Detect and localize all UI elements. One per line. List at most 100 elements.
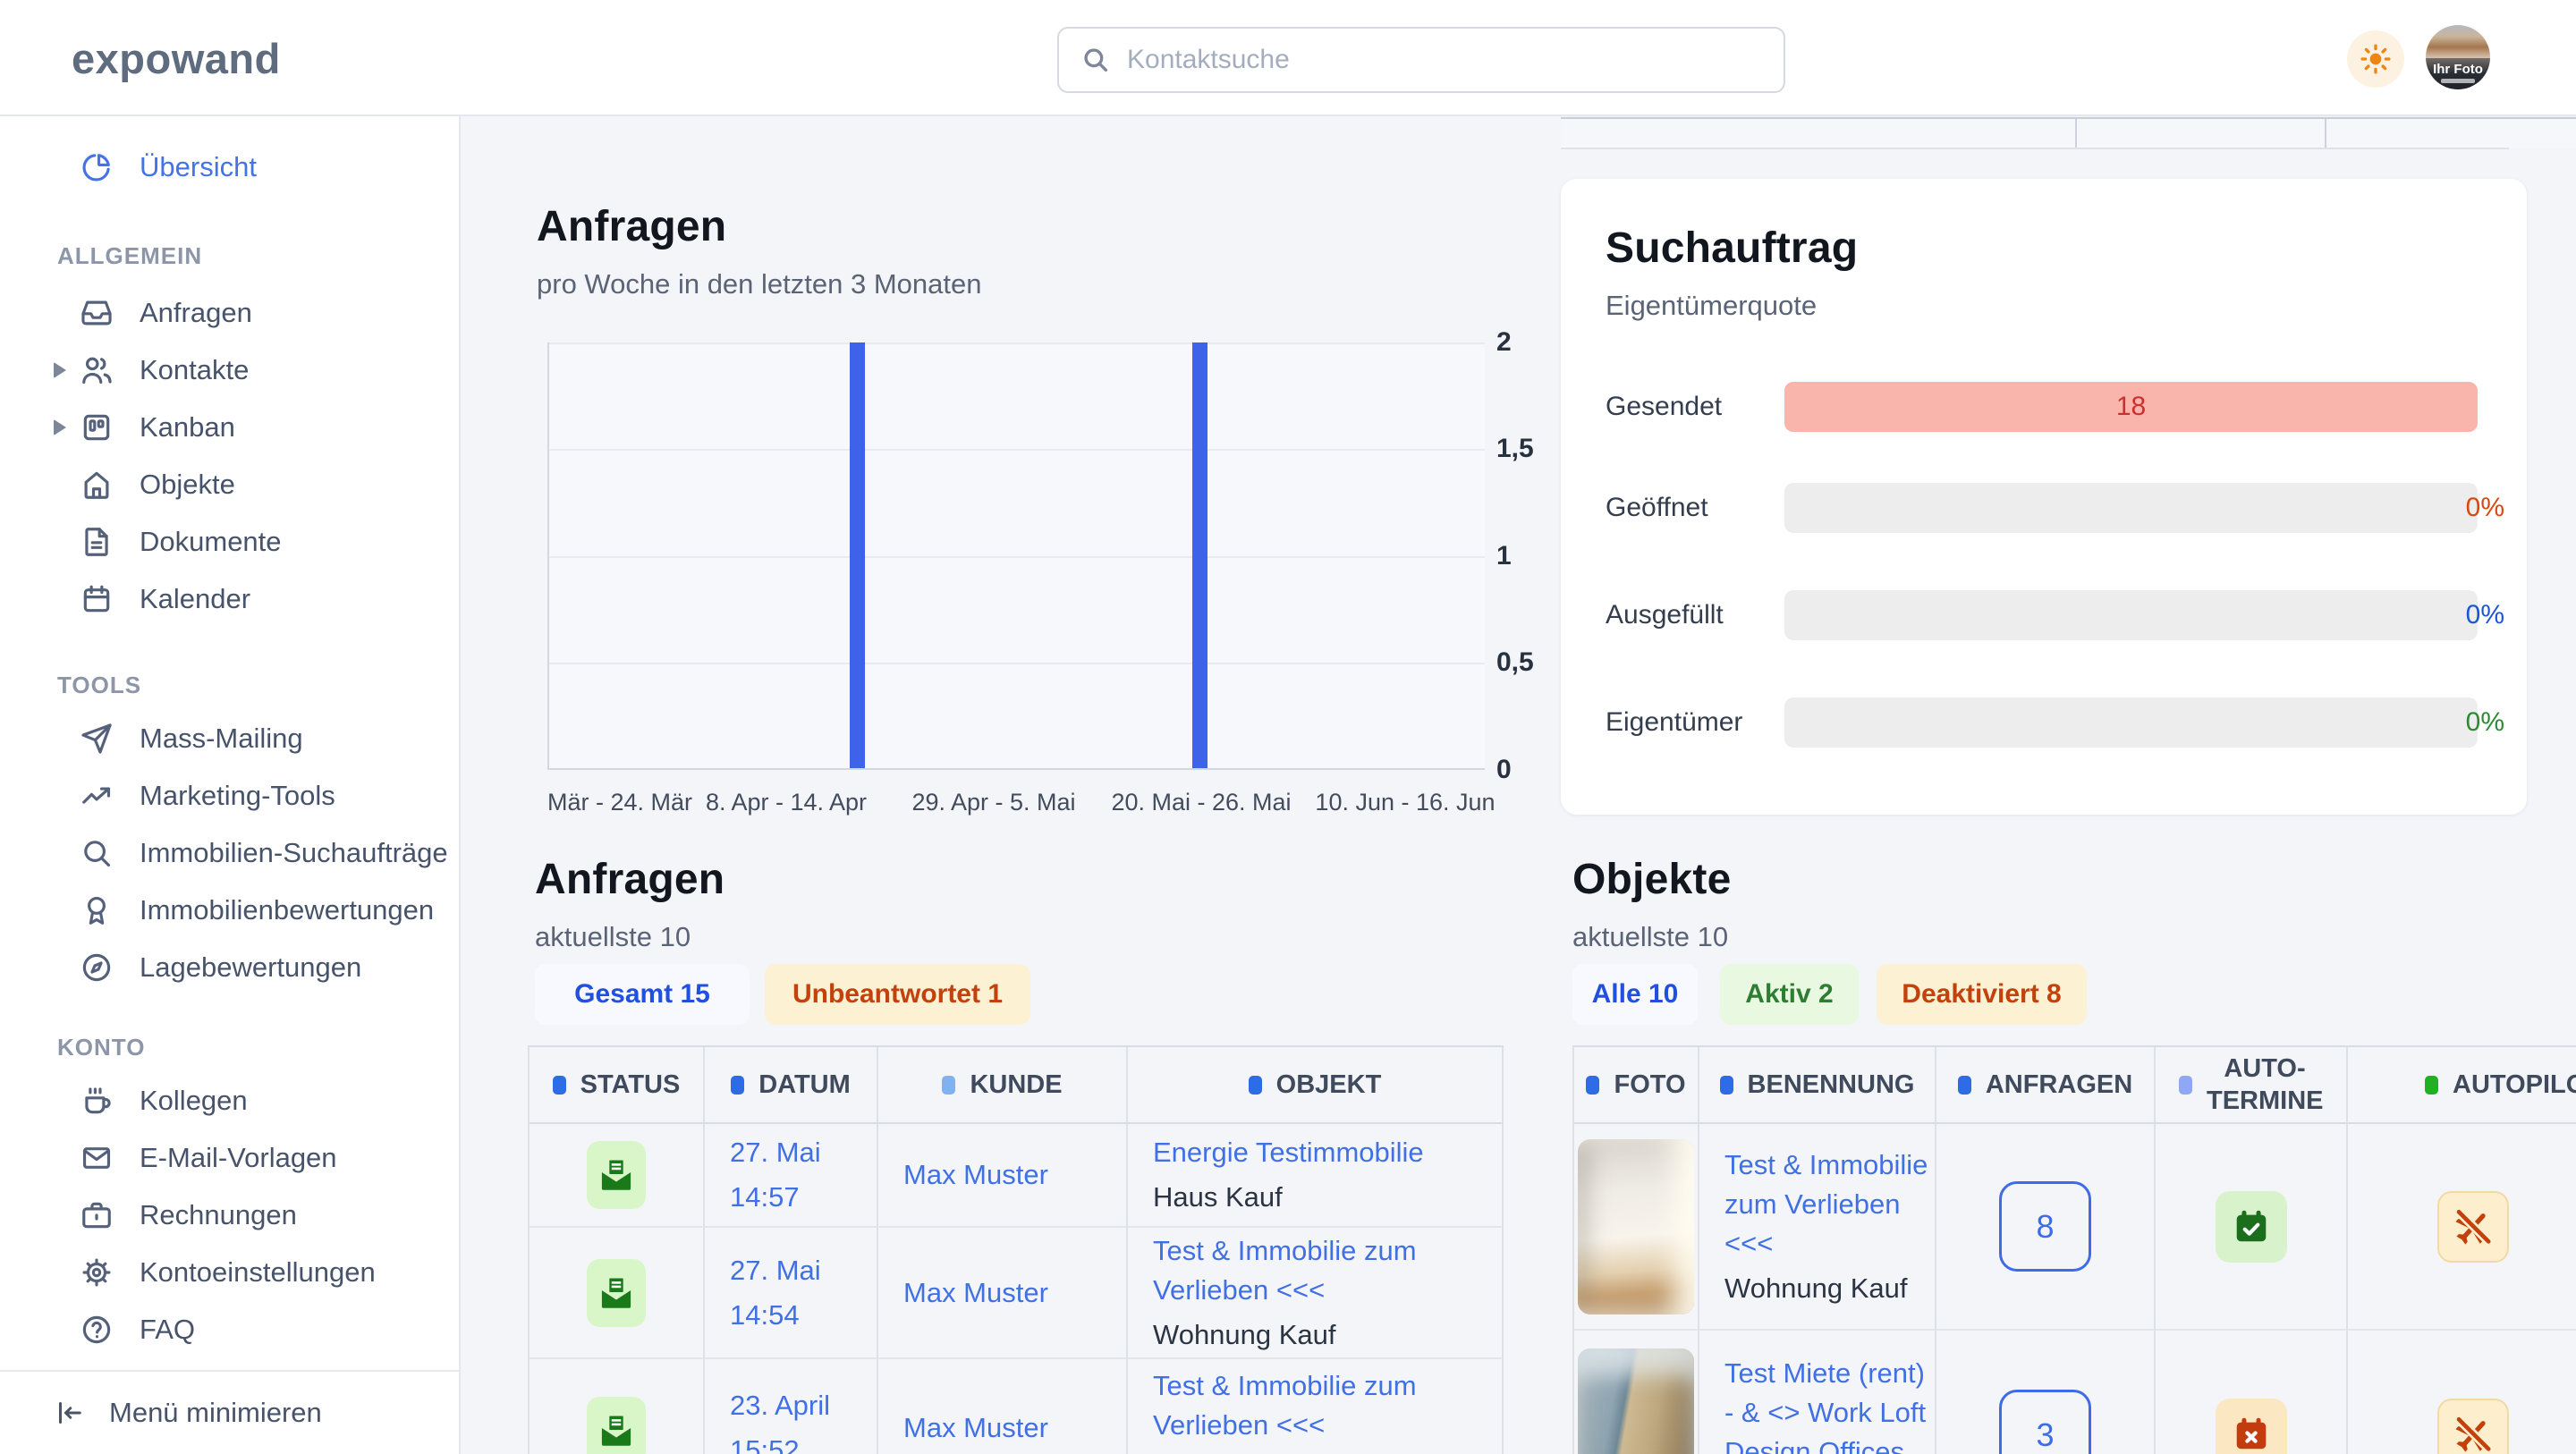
col-header-datum: DATUM — [705, 1047, 878, 1124]
meter-geoeffnet: Geöffnet 0% — [1561, 483, 2527, 533]
mail-received-icon — [587, 1259, 646, 1327]
property-photo[interactable] — [1578, 1348, 1694, 1454]
tab-gesamt[interactable]: Gesamt 15 — [535, 964, 750, 1025]
kunde-link[interactable]: Max Muster — [903, 1273, 1048, 1313]
sun-icon — [2359, 42, 2393, 76]
anfrage-time-link[interactable]: 15:52 — [730, 1431, 830, 1454]
sidebar-item-mass-mailing[interactable]: Mass-Mailing — [0, 710, 459, 767]
x-axis-tick: 29. Apr - 5. Mai — [911, 789, 1075, 816]
col-header-auto-termine: AUTO-TERMINE — [2156, 1047, 2348, 1124]
y-axis-tick: 2 — [1496, 326, 1512, 359]
anfragen-count-button[interactable]: 8 — [1999, 1181, 2091, 1272]
column-dot — [2179, 1076, 2192, 1095]
award-icon — [79, 892, 114, 928]
anfrage-date-link[interactable]: 27. Mai — [730, 1251, 821, 1290]
theme-toggle-button[interactable] — [2347, 30, 2404, 88]
calendar-check-icon — [2216, 1191, 2287, 1263]
compass-icon — [79, 950, 114, 985]
column-dot — [1249, 1076, 1262, 1095]
anfragen-count-button[interactable]: 3 — [1999, 1390, 2091, 1454]
objekt-benennung-link[interactable]: Test Miete (rent) - & <> Work Loft Desig… — [1724, 1354, 1935, 1454]
gear-icon — [79, 1255, 114, 1290]
tab-deaktiviert[interactable]: Deaktiviert 8 — [1877, 964, 2087, 1025]
anfrage-time-link[interactable]: 14:54 — [730, 1296, 821, 1335]
anfragen-table: STATUS DATUM KUNDE OBJEKT 27. Mai14:57 M… — [528, 1045, 1504, 1454]
chart-subtitle: pro Woche in den letzten 3 Monaten — [537, 268, 981, 300]
tab-unbeantwortet[interactable]: Unbeantwortet 1 — [765, 964, 1030, 1025]
main-content: Anfragen pro Woche in den letzten 3 Mona… — [461, 116, 2576, 1454]
sidebar-item-rechnungen[interactable]: Rechnungen — [0, 1187, 459, 1244]
col-header-benennung: BENENNUNG — [1699, 1047, 1936, 1124]
meter-value: 0% — [2466, 493, 2504, 523]
kanban-icon — [79, 410, 114, 445]
sidebar-item-email-vorlagen[interactable]: E-Mail-Vorlagen — [0, 1129, 459, 1187]
meter-fill-gesendet: 18 — [1784, 382, 2478, 432]
user-avatar[interactable]: Ihr Foto — [2426, 25, 2490, 89]
briefcase-icon — [79, 1197, 114, 1233]
meter-eigentuemer: Eigentümer 0% — [1561, 697, 2527, 748]
objekt-link[interactable]: Test & Immobilie zum Verlieben <<< — [1153, 1366, 1484, 1445]
sidebar-item-immobilien-suchauftraege[interactable]: Immobilien-Suchaufträge — [0, 824, 459, 882]
objekt-type: Haus Kauf — [1153, 1178, 1424, 1217]
objekt-link[interactable]: Test & Immobilie zum Verlieben <<< — [1153, 1231, 1484, 1310]
scrolled-card-edge-border — [1561, 148, 2509, 149]
property-photo[interactable] — [1578, 1139, 1694, 1315]
table-row-status — [530, 1228, 705, 1359]
y-axis-tick: 0 — [1496, 754, 1512, 786]
scrolled-card-edge — [1561, 117, 2576, 148]
sidebar-item-objekte[interactable]: Objekte — [0, 456, 459, 513]
sidebar-item-kontoeinstellungen[interactable]: Kontoeinstellungen — [0, 1244, 459, 1301]
col-header-anfragen: ANFRAGEN — [1936, 1047, 2156, 1124]
x-axis-tick: 20. Mai - 26. Mai — [1111, 789, 1291, 816]
anfragen-bar-chart — [547, 342, 1485, 770]
col-header-autopilot: AUTOPILOT — [2348, 1047, 2576, 1124]
sidebar-item-dokumente[interactable]: Dokumente — [0, 513, 459, 571]
objekt-benennung-link[interactable]: Test & Immobilie zum Verlieben <<< — [1724, 1145, 1930, 1264]
chevron-right-icon[interactable] — [54, 362, 66, 378]
help-circle-icon — [79, 1312, 114, 1348]
objekte-section-subtitle: aktuellste 10 — [1572, 921, 1728, 953]
anfrage-time-link[interactable]: 14:57 — [730, 1178, 821, 1217]
tab-alle[interactable]: Alle 10 — [1572, 964, 1698, 1025]
menu-minimize-button[interactable]: Menü minimieren — [0, 1370, 459, 1454]
chart-bar — [1192, 342, 1208, 768]
avatar-caption: Ihr Foto — [2426, 58, 2490, 89]
mail-received-icon — [587, 1397, 646, 1454]
sidebar-item-lagebewertungen[interactable]: Lagebewertungen — [0, 939, 459, 996]
sidebar-item-kalender[interactable]: Kalender — [0, 571, 459, 628]
tab-aktiv[interactable]: Aktiv 2 — [1720, 964, 1859, 1025]
sidebar-item-immobilienbewertungen[interactable]: Immobilienbewertungen — [0, 882, 459, 939]
kunde-link[interactable]: Max Muster — [903, 1155, 1048, 1195]
col-header-foto: FOTO — [1574, 1047, 1699, 1124]
coffee-icon — [79, 1083, 114, 1119]
sidebar-item-anfragen[interactable]: Anfragen — [0, 284, 459, 342]
inbox-icon — [79, 295, 114, 331]
pie-chart-icon — [79, 149, 114, 185]
column-dot — [942, 1076, 955, 1095]
sidebar-item-kanban[interactable]: Kanban — [0, 399, 459, 456]
sidebar-item-uebersicht[interactable]: Übersicht — [0, 139, 459, 195]
anfrage-date-link[interactable]: 27. Mai — [730, 1133, 821, 1172]
kunde-link[interactable]: Max Muster — [903, 1408, 1048, 1448]
column-dot — [1958, 1076, 1971, 1095]
chart-title: Anfragen — [537, 202, 726, 251]
anfrage-date-link[interactable]: 23. April — [730, 1386, 830, 1425]
table-row-status — [530, 1359, 705, 1454]
objekt-link[interactable]: Energie Testimmobilie — [1153, 1133, 1424, 1172]
document-icon — [79, 524, 114, 560]
plane-off-icon — [2437, 1191, 2509, 1263]
col-header-kunde: KUNDE — [878, 1047, 1128, 1124]
y-axis-tick: 1 — [1496, 540, 1512, 572]
chevron-right-icon[interactable] — [54, 419, 66, 435]
meter-ausgefuellt: Ausgefüllt 0% — [1561, 590, 2527, 640]
sidebar-item-kollegen[interactable]: Kollegen — [0, 1072, 459, 1129]
mail-received-icon — [587, 1141, 646, 1209]
objekte-table: FOTO BENENNUNG ANFRAGEN AUTO-TERMINE AUT… — [1572, 1045, 2576, 1454]
sidebar-item-faq[interactable]: FAQ — [0, 1301, 459, 1358]
sidebar-item-partial[interactable] — [0, 1358, 459, 1370]
search-input[interactable] — [1127, 45, 1762, 75]
suchauftrag-title: Suchauftrag — [1606, 224, 1858, 273]
sidebar-item-marketing-tools[interactable]: Marketing-Tools — [0, 767, 459, 824]
sidebar-item-kontakte[interactable]: Kontakte — [0, 342, 459, 399]
contact-search[interactable] — [1057, 27, 1785, 93]
